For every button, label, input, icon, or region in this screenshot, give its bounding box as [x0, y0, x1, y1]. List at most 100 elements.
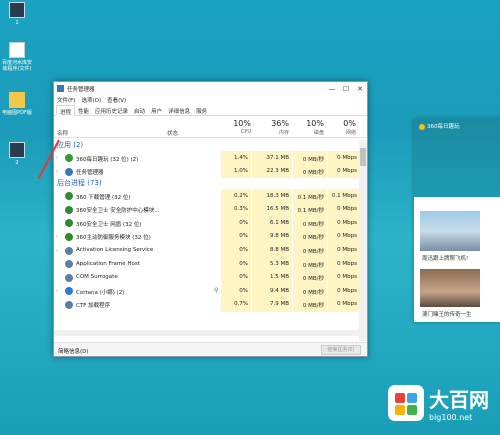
menu-view[interactable]: 查看(V)	[107, 96, 126, 104]
process-row[interactable]: Application Frame Host 0% 5.3 MB 0 MB/秒 0 Mb…	[54, 257, 360, 271]
disk-cell: 0 MB/秒	[293, 270, 327, 285]
column-network[interactable]: 网络	[326, 129, 356, 136]
process-icon	[65, 154, 73, 162]
task-manager-window[interactable]: 任务管理器 — ☐ ✕ 文件(F) 选项(O) 查看(V) 进程 性能 应用历史…	[53, 81, 368, 357]
less-details-button[interactable]: 简略信息(D)	[58, 347, 89, 355]
cpu-cell: 0.2%	[221, 189, 251, 203]
desktop-icon-label: 百度河水库安装程序(文件)	[1, 60, 32, 72]
app-icon	[419, 123, 425, 130]
process-row[interactable]: › 360主动防御服务模块 (32 位) 0% 9.8 MB 0 MB/秒 0 Mbps	[54, 229, 360, 244]
process-row[interactable]: 360安全卫士 网盾 (32 位) 0% 6.1 MB 0 MB/秒 0 Mbps	[54, 216, 360, 230]
tab-app-history[interactable]: 应用历史记录	[92, 105, 131, 115]
disk-cell: 0 MB/秒	[293, 164, 327, 179]
memory-cell: 9.8 MB	[252, 229, 292, 244]
expand-chevron-icon[interactable]: ›	[56, 234, 58, 240]
disk-cell: 0 MB/秒	[293, 243, 327, 258]
news-panel[interactable]: 360每日趣玩 周迅跟上牌照飞机! 澳门赌王的传奇一生	[414, 119, 500, 322]
tab-details[interactable]: 详细信息	[165, 105, 193, 115]
process-row[interactable]: COM Surrogate 0% 1.5 MB 0 MB/秒 0 Mbps	[54, 270, 360, 285]
tab-services[interactable]: 服务	[193, 105, 210, 115]
monitor-icon	[9, 2, 25, 18]
desktop-icon-installer[interactable]: 百度河水库安装程序(文件)	[0, 42, 34, 72]
cpu-cell: 0.7%	[221, 297, 251, 312]
memory-cell: 9.4 MB	[252, 284, 292, 298]
column-cpu[interactable]: CPU	[221, 129, 251, 135]
network-cell: 0 Mbps	[328, 284, 360, 298]
process-row[interactable]: › 任务管理器 1.0% 22.3 MB 0 MB/秒 0 Mbps	[54, 164, 360, 179]
column-name[interactable]: 名称	[57, 129, 68, 137]
memory-percent[interactable]: 36%	[259, 119, 289, 128]
tab-startup[interactable]: 启动	[131, 105, 148, 115]
news-title: 360每日趣玩	[427, 124, 460, 130]
desktop-icon-label: 1	[15, 20, 19, 26]
column-status[interactable]: 状态	[167, 129, 178, 137]
menu-bar: 文件(F) 选项(O) 查看(V)	[54, 95, 367, 105]
process-name: Cortana (小娜) (2)	[76, 289, 125, 296]
cpu-cell: 0%	[221, 284, 251, 298]
cpu-percent[interactable]: 10%	[221, 119, 251, 128]
process-name: 任务管理器	[76, 170, 104, 177]
vertical-scrollbar[interactable]	[359, 140, 367, 341]
expand-chevron-icon[interactable]: ›	[56, 155, 58, 161]
scrollbar-thumb[interactable]	[360, 148, 366, 166]
expand-chevron-icon[interactable]: ›	[56, 288, 58, 294]
monitor-icon	[9, 142, 25, 158]
network-cell: 0.1 Mbps	[328, 189, 360, 203]
group-header[interactable]: 后台进程 (73)	[54, 178, 360, 189]
horizontal-scrollbar[interactable]	[54, 330, 360, 336]
menu-options[interactable]: 选项(O)	[81, 96, 101, 104]
process-row[interactable]: CTF 加载程序 0.7% 7.9 MB 0 MB/秒 0 Mbps	[54, 297, 360, 312]
disk-percent[interactable]: 10%	[294, 119, 324, 128]
disk-cell: 0.1 MB/秒	[293, 202, 327, 217]
desktop-icon-2[interactable]: 2	[0, 142, 34, 166]
expand-chevron-icon[interactable]: ›	[56, 169, 58, 175]
process-name: CTF 加载程序	[76, 303, 111, 310]
desktop-icon-1[interactable]: 1	[0, 2, 34, 26]
memory-cell: 1.5 MB	[252, 270, 292, 285]
tab-processes[interactable]: 进程	[56, 105, 76, 116]
group-header[interactable]: 应用 (2)	[54, 140, 360, 151]
news-header: 360每日趣玩	[414, 119, 500, 197]
maximize-button[interactable]: ☐	[339, 85, 353, 93]
task-manager-icon	[57, 85, 64, 92]
process-row[interactable]: › Cortana (小娜) (2) ⚲ 0% 9.4 MB 0 MB/秒 0 Mbps	[54, 284, 360, 298]
process-row[interactable]: › 360每日趣玩 (32 位) (2) 1.4% 37.1 MB 0 MB/秒 0 Mb…	[54, 151, 360, 165]
close-button[interactable]: ✕	[353, 85, 367, 93]
process-row[interactable]: › Activation Licensing Service 0% 8.8 MB 0 M…	[54, 243, 360, 258]
process-icon	[65, 246, 73, 255]
network-percent[interactable]: 0%	[326, 119, 356, 128]
memory-cell: 22.3 MB	[252, 164, 292, 179]
minimize-button[interactable]: —	[325, 85, 339, 93]
news-image-portrait[interactable]	[420, 269, 480, 307]
column-memory[interactable]: 内存	[259, 129, 289, 136]
cpu-cell: 0%	[221, 270, 251, 285]
expand-chevron-icon[interactable]: ›	[56, 248, 58, 254]
title-bar[interactable]: 任务管理器 — ☐ ✕	[54, 82, 367, 95]
cpu-cell: 0%	[221, 243, 251, 258]
disk-cell: 0 MB/秒	[293, 216, 327, 230]
menu-file[interactable]: 文件(F)	[57, 96, 75, 104]
news-caption[interactable]: 周迅跟上牌照飞机!	[414, 251, 500, 265]
memory-cell: 7.9 MB	[252, 297, 292, 312]
cpu-cell: 1.0%	[221, 164, 251, 179]
process-row[interactable]: 360 下载管理 (32 位) 0.2% 18.3 MB 0.1 MB/秒 0.1 Mb…	[54, 189, 360, 203]
memory-cell: 18.3 MB	[252, 189, 292, 203]
end-task-button[interactable]: 结束任务(E)	[321, 345, 361, 355]
tab-performance[interactable]: 性能	[75, 105, 92, 115]
network-cell: 0 Mbps	[328, 202, 360, 217]
news-caption[interactable]: 澳门赌王的传奇一生	[414, 307, 500, 321]
process-name: Activation Licensing Service	[76, 247, 154, 254]
process-row[interactable]: 360安全卫士 安全防护中心模块... 0.3% 16.5 MB 0.1 MB/秒 0 …	[54, 202, 360, 217]
process-icon	[65, 192, 73, 201]
network-cell: 0 Mbps	[328, 270, 360, 285]
footer: 简略信息(D) 结束任务(E)	[54, 342, 367, 356]
column-disk[interactable]: 磁盘	[294, 129, 324, 136]
tab-strip: 进程 性能 应用历史记录 启动 用户 详细信息 服务	[54, 105, 367, 116]
desktop-icon-pdf[interactable]: 电脑图PDF版	[0, 92, 34, 116]
process-name: 360主动防御服务模块 (32 位)	[76, 235, 151, 242]
process-name: Application Frame Host	[76, 260, 140, 267]
tab-users[interactable]: 用户	[148, 105, 165, 115]
news-image-airplane[interactable]	[420, 211, 480, 251]
watermark-url: big100.net	[429, 413, 473, 422]
network-cell: 0 Mbps	[328, 151, 360, 165]
